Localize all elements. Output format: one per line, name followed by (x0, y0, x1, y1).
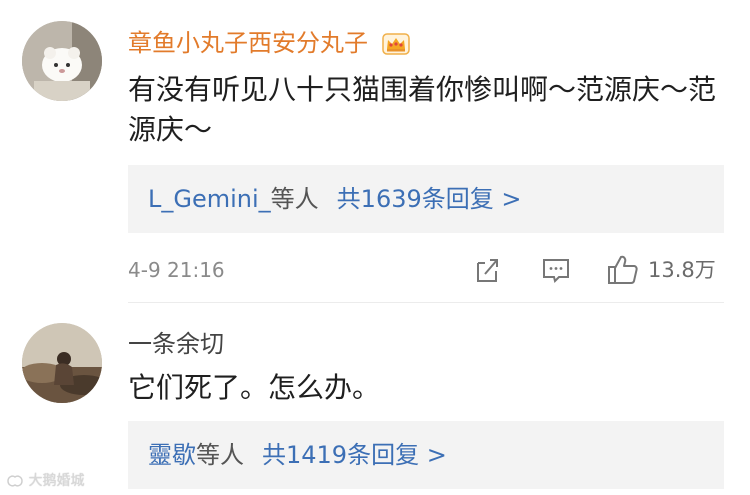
divider (128, 302, 724, 303)
username-text[interactable]: 一条余切 (128, 330, 224, 358)
replies-summary[interactable]: 靈歇等人 共1419条回复 > (128, 421, 724, 489)
avatar-image (22, 21, 102, 101)
comment-button[interactable] (541, 251, 571, 287)
like-count: 13.8万 (648, 258, 716, 282)
comment-text: 它们死了。怎么办。 (128, 371, 381, 404)
reply-count-link[interactable]: 共1419条回复 > (262, 441, 447, 469)
reply-count-link[interactable]: 共1639条回复 > (337, 185, 522, 213)
reply-names[interactable]: L_Gemini_ (148, 185, 271, 213)
comment-text: 有没有听见八十只猫围着你惨叫啊～范源庆～范源庆～ (128, 73, 717, 146)
watermark-logo-icon (7, 475, 23, 487)
username[interactable]: 一条余切 (128, 329, 224, 359)
reply-suffix: 等人 (196, 441, 244, 469)
avatar[interactable] (22, 323, 102, 403)
reply-suffix: 等人 (270, 185, 319, 213)
share-icon (477, 259, 498, 282)
avatar-image (22, 323, 102, 403)
comment-date: 4-9 21:16 (128, 258, 225, 282)
reply-names[interactable]: 靈歇 (148, 441, 196, 469)
crown-vip-icon[interactable] (381, 32, 410, 56)
watermark-text: 大鹅婚城 (28, 473, 85, 489)
replies-summary[interactable]: L_Gemini_等人 共1639条回复 > (128, 165, 724, 233)
like-button[interactable]: 13.8万 (606, 251, 736, 287)
comment-icon (543, 259, 569, 283)
username[interactable]: 章鱼小丸子西安分丸子 (128, 28, 410, 58)
share-button[interactable] (472, 251, 502, 287)
avatar[interactable] (22, 21, 102, 101)
username-text[interactable]: 章鱼小丸子西安分丸子 (128, 29, 368, 57)
watermark: 大鹅婚城 (6, 470, 84, 490)
comment-item: 一条余切 它们死了。怎么办。 靈歇等人 共1419条回复 > (0, 304, 750, 495)
comment-item: 章鱼小丸子西安分丸子 有没有听见八十只猫围着你惨叫啊～范源庆～范源庆～ L_Ge… (0, 0, 750, 303)
thumbs-up-icon (608, 255, 638, 284)
